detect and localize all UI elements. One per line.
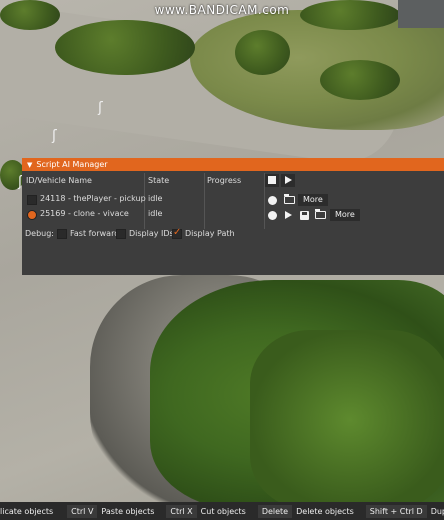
column-header-state: State [148,176,170,185]
vehicle-row[interactable]: 25169 - clone - vivace idle More [22,207,444,222]
script-ai-manager-window: ▼ Script AI Manager ID/Vehicle Name Stat… [22,158,444,275]
more-button[interactable]: More [330,209,360,221]
stop-all-button[interactable] [265,174,279,187]
folder-icon[interactable] [314,209,326,219]
display-path-label: Display Path [185,229,235,238]
record-icon[interactable] [268,196,277,205]
vehicle-name: 25169 - clone - vivace [40,209,129,218]
window-titlebar[interactable]: ▼ Script AI Manager [22,158,444,171]
shortcut-key: Ctrl V [67,504,98,518]
shortcut-label: Paste objects [101,506,155,516]
shortcut-key: Delete [257,504,293,518]
fast-forward-checkbox[interactable] [57,229,67,239]
recorder-watermark: www.BANDICAM.com [154,3,290,17]
display-ids-label: Display IDs [129,229,174,238]
vegetation [250,330,444,510]
vehicle-select-checkbox[interactable] [27,195,37,205]
bush [320,60,400,100]
save-icon[interactable] [300,211,309,220]
path-marker-icon: ʃ [52,128,57,144]
column-header-id: ID/Vehicle Name [26,176,92,185]
debug-options: Debug: Fast forward Display IDs ✓ Displa… [22,227,444,242]
play-all-button[interactable] [281,174,295,187]
display-path-checkbox[interactable]: ✓ [172,227,182,239]
vehicle-name: 24118 - thePlayer - pickup [40,194,146,203]
vehicle-state: idle [148,194,163,203]
shortcut-bar: licate objects Ctrl V Paste objects Ctrl… [0,502,444,520]
path-marker-icon: ʃ [98,100,103,116]
window-title: Script AI Manager [36,160,108,169]
display-ids-checkbox[interactable] [116,229,126,239]
vehicle-state: idle [148,209,163,218]
shortcut-label: Cut objects [200,506,246,516]
shortcut-key: Ctrl X [166,504,197,518]
play-icon[interactable] [285,211,292,219]
fast-forward-label: Fast forward [70,229,120,238]
debug-label: Debug: [25,229,55,238]
bush [55,20,195,75]
vehicle-select-checkbox[interactable] [27,210,37,220]
column-header-progress: Progress [207,176,242,185]
more-button[interactable]: More [298,194,328,206]
shortcut-key: Shift + Ctrl D [365,504,427,518]
record-icon[interactable] [268,211,277,220]
vehicle-row[interactable]: 24118 - thePlayer - pickup idle More [22,192,444,207]
play-icon [285,176,292,184]
checkmark-icon: ✓ [173,227,182,238]
folder-icon[interactable] [283,194,295,204]
shortcut-label: Delete objects [296,506,354,516]
collapse-triangle-icon[interactable]: ▼ [27,161,32,169]
bush [235,30,290,75]
shortcut-label: Duplicate at cam pos [430,506,444,516]
shortcut-label: licate objects [0,506,54,516]
stop-icon [268,176,276,184]
